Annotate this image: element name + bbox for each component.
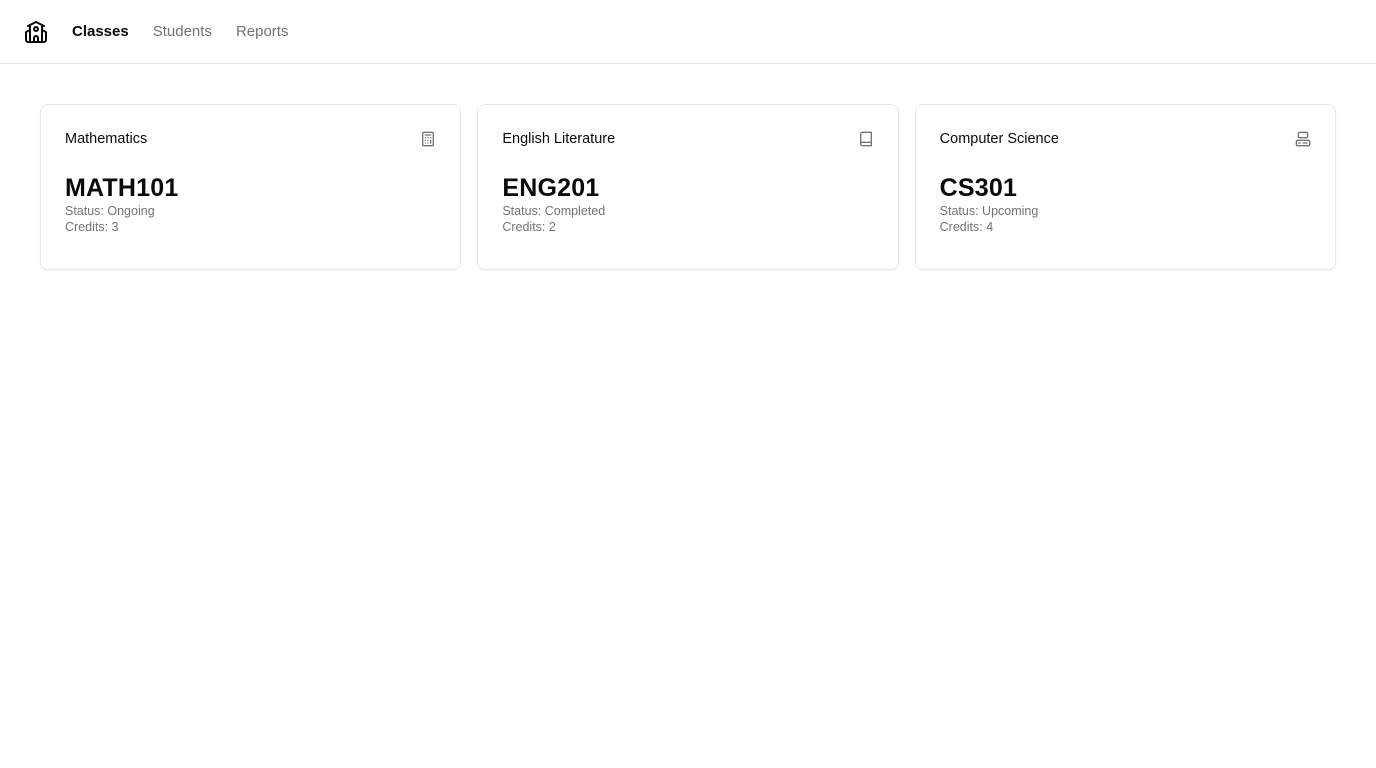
class-status: Status: Upcoming (939, 204, 1039, 218)
card-header: English Literature (502, 129, 873, 149)
card-title: Computer Science (939, 131, 1059, 147)
class-card-english-literature[interactable]: English Literature ENG201 Status: Comple… (477, 104, 899, 270)
class-card-computer-science[interactable]: Computer Science CS301 Status: Upcoming … (914, 104, 1336, 270)
card-title: English Literature (502, 131, 616, 147)
calculator-icon (420, 131, 436, 147)
top-navbar: Classes Students Reports (0, 0, 1376, 64)
school-building-icon[interactable] (24, 20, 48, 44)
class-code: CS301 (939, 174, 1018, 202)
class-card-mathematics[interactable]: Mathematics MATH101 Status: Ongoing Cred… (40, 104, 462, 270)
nav-link-classes[interactable]: Classes (72, 23, 129, 40)
main-nav: Classes Students Reports (72, 23, 288, 40)
card-header: Mathematics (65, 129, 436, 149)
class-code: MATH101 (65, 174, 179, 202)
nav-link-students[interactable]: Students (153, 23, 212, 40)
computer-icon (1295, 131, 1311, 147)
class-credits: Credits: 3 (65, 220, 119, 234)
main-content: Mathematics MATH101 Status: Ongoing Cred… (0, 64, 1376, 310)
class-code: ENG201 (502, 174, 600, 202)
nav-link-reports[interactable]: Reports (236, 23, 289, 40)
class-status: Status: Ongoing (65, 204, 155, 218)
book-icon (858, 131, 874, 147)
class-card-grid: Mathematics MATH101 Status: Ongoing Cred… (40, 104, 1336, 270)
card-header: Computer Science (940, 129, 1311, 149)
class-credits: Credits: 2 (502, 220, 556, 234)
class-credits: Credits: 4 (939, 220, 994, 234)
card-title: Mathematics (65, 131, 148, 147)
class-status: Status: Completed (502, 204, 606, 218)
